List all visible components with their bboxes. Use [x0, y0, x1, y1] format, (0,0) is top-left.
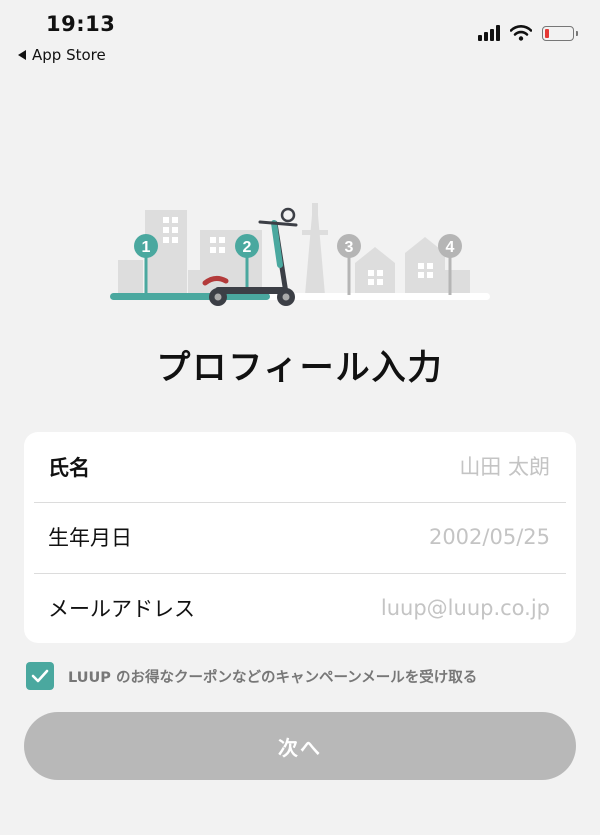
- battery-icon: [542, 25, 578, 41]
- profile-form: 氏名 生年月日 メールアドレス: [24, 432, 576, 643]
- name-label: 氏名: [48, 456, 90, 480]
- svg-text:3: 3: [345, 239, 354, 256]
- campaign-email-consent[interactable]: LUUP のお得なクーポンなどのキャンペーンメールを受け取る: [26, 662, 477, 690]
- consent-checkbox[interactable]: [26, 662, 54, 690]
- name-row: 氏名: [24, 432, 576, 502]
- email-label: メールアドレス: [48, 597, 195, 621]
- status-time: 19:13: [46, 12, 116, 36]
- birthdate-row: 生年月日: [24, 502, 576, 572]
- back-to-app-store-link[interactable]: App Store: [18, 46, 106, 64]
- back-label: App Store: [32, 46, 106, 64]
- checkmark-icon: [31, 669, 49, 683]
- back-arrow-icon: [18, 50, 26, 60]
- birthdate-field[interactable]: [288, 524, 552, 550]
- name-field[interactable]: [288, 454, 552, 480]
- email-field[interactable]: [288, 595, 552, 621]
- svg-text:1: 1: [142, 239, 151, 256]
- birthdate-label: 生年月日: [48, 526, 132, 550]
- svg-text:4: 4: [446, 239, 455, 256]
- battery-level: [545, 28, 549, 38]
- consent-label: LUUP のお得なクーポンなどのキャンペーンメールを受け取る: [68, 669, 478, 686]
- wifi-icon: [510, 25, 532, 41]
- email-row: メールアドレス: [24, 573, 576, 643]
- page-title: プロフィール入力: [156, 348, 444, 388]
- status-bar: 19:13 App Store: [0, 0, 600, 70]
- status-icons: [478, 25, 578, 41]
- svg-text:2: 2: [243, 239, 252, 256]
- progress-illustration: 1 2 3 4: [110, 203, 490, 306]
- cellular-signal-icon: [478, 25, 500, 41]
- next-button[interactable]: 次へ: [24, 712, 576, 780]
